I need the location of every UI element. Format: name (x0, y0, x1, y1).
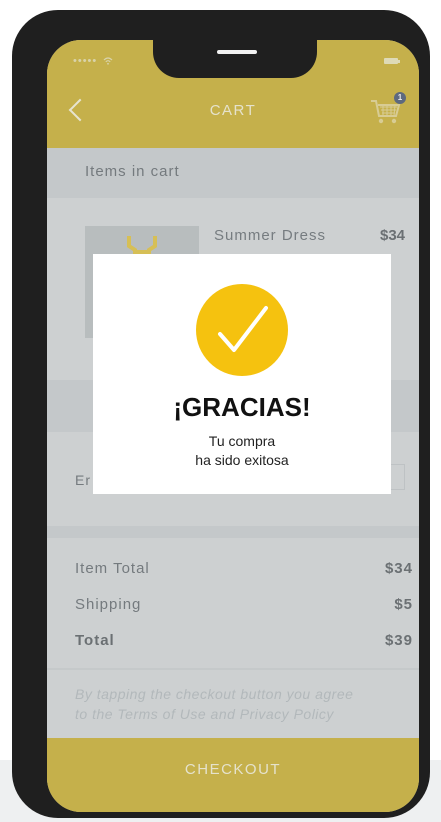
success-badge (196, 284, 288, 376)
success-dialog: ¡GRACIAS! Tu compra ha sido exitosa (93, 254, 391, 494)
notch (153, 40, 317, 78)
phone-screen: ••••• CART 1 Items in cart Summer Dress … (47, 40, 419, 812)
dialog-title: ¡GRACIAS! (173, 392, 311, 422)
dialog-message-line-2: ha sido exitosa (195, 452, 289, 468)
phone-frame: ••••• CART 1 Items in cart Summer Dress … (12, 10, 430, 818)
speaker (217, 50, 257, 54)
dialog-message-line-1: Tu compra (208, 433, 276, 449)
check-icon (218, 306, 268, 352)
